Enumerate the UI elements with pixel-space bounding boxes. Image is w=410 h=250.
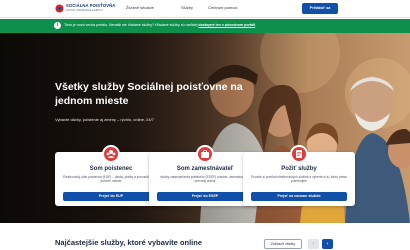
go-to-esep-button[interactable]: Prejsť do ESEP bbox=[157, 192, 253, 201]
notice-message: Tieto je nová verzia portálu. Nenašli st… bbox=[64, 23, 199, 27]
card-description: služby zabezpečenia poistného (ESEP) poi… bbox=[160, 175, 250, 184]
logo-name: SOCIÁLNA POISŤOVŇA bbox=[66, 3, 116, 8]
nav-sluzby[interactable]: Služby bbox=[181, 5, 193, 10]
notice-bar: i Tieto je nová verzia portálu. Nenašli … bbox=[0, 19, 410, 33]
hero-subtitle: Vybavte dávky, poistenie aj zmeny – rých… bbox=[55, 117, 154, 122]
people-icon bbox=[102, 145, 120, 163]
services-list-button[interactable]: Prejsť na zoznam služieb bbox=[251, 192, 347, 201]
card-description: Pouzite si prehľad elektronických služie… bbox=[251, 175, 347, 184]
card-description: Elektronický účet poistenca (EUP) – dávk… bbox=[63, 175, 159, 184]
pager-prev-button[interactable]: ‹ bbox=[308, 239, 319, 249]
info-icon: i bbox=[54, 22, 61, 29]
notice-suffix: . bbox=[255, 23, 257, 27]
logo-subtitle: SOCIAL INSURANCE AGENCY bbox=[66, 9, 103, 12]
pager-next-button[interactable]: › bbox=[322, 239, 333, 249]
hero-title: Všetky služby Sociálnej poisťovne na jed… bbox=[55, 81, 243, 107]
logo-mark-icon bbox=[55, 4, 64, 13]
nav-zivotne-situacie[interactable]: Životné situácie bbox=[126, 5, 154, 10]
show-all-button[interactable]: Zobraziť všetky bbox=[264, 239, 302, 249]
document-icon bbox=[290, 145, 308, 163]
site-header: SOCIÁLNA POISŤOVŇA SOCIAL INSURANCE AGEN… bbox=[0, 0, 410, 18]
notice-link[interactable]: dostupné len v pôvodnom portáli bbox=[198, 23, 255, 27]
card-title: Požiť služby bbox=[281, 166, 317, 172]
briefcase-icon bbox=[196, 145, 214, 163]
nav-centrum-pomoci[interactable]: Centrum pomoci bbox=[208, 5, 237, 10]
login-button[interactable]: Prihlásiť sa bbox=[302, 3, 338, 14]
card-pozit-sluzby: Požiť služby Pouzite si prehľad elektron… bbox=[243, 145, 355, 206]
section-title: Najčastejšie služby, ktoré vybavíte onli… bbox=[55, 238, 203, 247]
notice-text: Tieto je nová verzia portálu. Nenašli st… bbox=[64, 23, 256, 27]
logo[interactable]: SOCIÁLNA POISŤOVŇA SOCIAL INSURANCE AGEN… bbox=[55, 3, 116, 15]
go-to-eup-button[interactable]: Prejsť do EUP bbox=[63, 192, 159, 201]
